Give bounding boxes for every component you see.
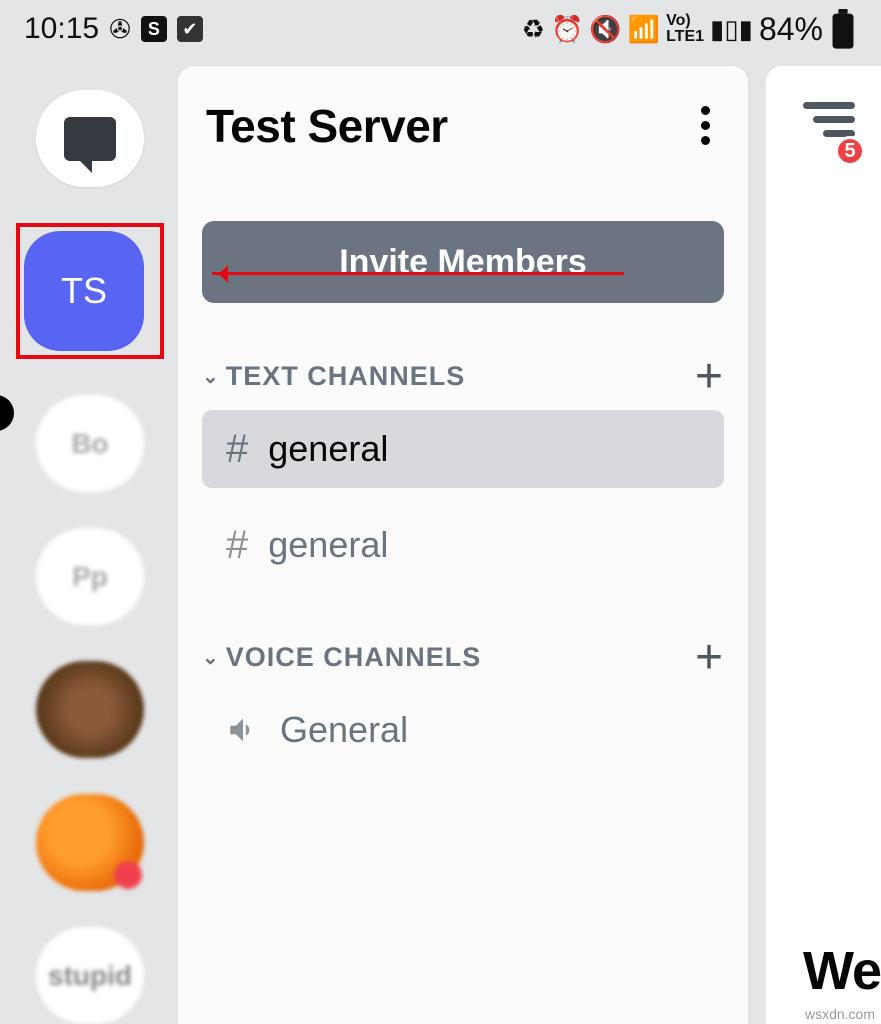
channel-name: General: [280, 709, 408, 751]
invite-members-button[interactable]: Invite Members: [202, 221, 724, 303]
chevron-down-icon: ⌄: [202, 364, 220, 389]
mute-icon: 🔇: [589, 14, 621, 45]
content-peek-text: We: [803, 940, 881, 1002]
alarm-icon: ⏰: [551, 14, 583, 45]
text-channel-general-active[interactable]: # general: [202, 410, 724, 488]
category-label: VOICE CHANNELS: [226, 642, 482, 673]
direct-messages-button[interactable]: [36, 90, 144, 187]
voice-channel-general[interactable]: General: [202, 691, 724, 769]
more-vertical-icon: [701, 106, 710, 145]
category-label: TEXT CHANNELS: [226, 361, 466, 392]
battery-percent: 84%: [759, 11, 823, 48]
server-icon-blurred[interactable]: Bo: [36, 395, 144, 492]
kneel-icon: ✇: [109, 14, 131, 45]
category-header-text[interactable]: ⌄ TEXT CHANNELS +: [202, 361, 724, 392]
watermark: wsxdn.com: [805, 1006, 875, 1022]
s-app-icon: S: [141, 16, 167, 42]
signal-icon: ▮▯▮: [710, 14, 753, 45]
hash-icon: #: [226, 427, 248, 472]
recycle-icon: ♻: [522, 14, 545, 45]
server-icon-blurred[interactable]: Pp: [36, 528, 144, 625]
status-bar: 10:15 ✇ S ✔ ♻ ⏰ 🔇 📶 Vo) LTE1 ▮▯▮ 84%: [0, 0, 881, 58]
app-root: TS Bo Pp stupid Test Server Invite Membe…: [0, 60, 881, 1024]
channel-name: general: [268, 428, 388, 470]
annotation-arrow: [212, 272, 624, 275]
voice-channels-category: ⌄ VOICE CHANNELS + General: [178, 642, 748, 769]
server-more-button[interactable]: [691, 96, 720, 155]
members-panel-peek[interactable]: 5 We: [766, 66, 881, 1024]
server-icon-test-server[interactable]: TS: [24, 231, 144, 351]
check-icon: ✔: [177, 16, 203, 42]
battery-icon: [829, 9, 857, 49]
server-list: TS Bo Pp stupid: [0, 70, 180, 1024]
invite-label: Invite Members: [339, 243, 587, 282]
vo-label: Vo): [666, 12, 691, 29]
status-left: 10:15 ✇ S ✔: [24, 12, 203, 46]
server-icon-blurred[interactable]: stupid: [36, 927, 144, 1024]
server-abbr: TS: [61, 270, 107, 312]
panel-header: Test Server: [178, 96, 748, 181]
speaker-icon: [226, 713, 260, 747]
add-channel-button[interactable]: +: [695, 648, 724, 668]
add-channel-button[interactable]: +: [695, 367, 724, 387]
status-right: ♻ ⏰ 🔇 📶 Vo) LTE1 ▮▯▮ 84%: [522, 9, 857, 49]
text-channels-category: ⌄ TEXT CHANNELS + # general # general: [178, 361, 748, 584]
members-list-button[interactable]: 5: [766, 102, 881, 137]
chevron-down-icon: ⌄: [202, 645, 220, 670]
chat-icon: [64, 117, 116, 161]
server-icon-blurred[interactable]: [36, 794, 144, 891]
hash-icon: #: [226, 523, 248, 568]
wifi-icon: 📶: [628, 14, 660, 45]
text-channel-general[interactable]: # general: [202, 506, 724, 584]
notification-badge: 5: [835, 136, 865, 166]
selected-server-highlight: TS: [16, 223, 164, 359]
channel-panel: Test Server Invite Members ⌄ TEXT CHANNE…: [178, 66, 748, 1024]
category-header-voice[interactable]: ⌄ VOICE CHANNELS +: [202, 642, 724, 673]
server-icon-blurred[interactable]: [36, 661, 144, 758]
channel-name: general: [268, 524, 388, 566]
server-title[interactable]: Test Server: [206, 99, 448, 153]
lte-label: LTE1: [666, 28, 704, 45]
status-time: 10:15: [24, 12, 99, 46]
